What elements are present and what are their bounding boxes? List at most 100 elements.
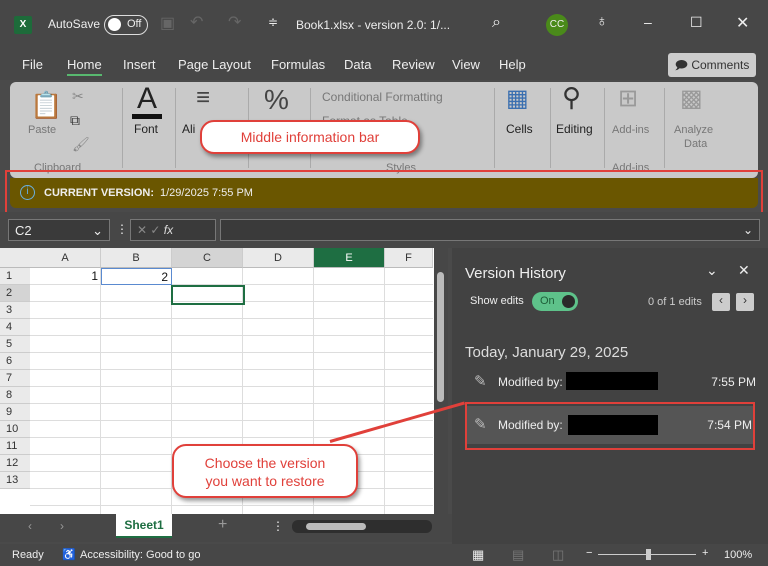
show-edits-toggle[interactable]: On [532, 292, 578, 311]
add-sheet-icon[interactable]: + [218, 516, 227, 534]
format-painter-icon[interactable]: 🖌 [72, 136, 90, 153]
tab-view[interactable]: View [452, 57, 480, 72]
enter-icon[interactable]: ✓ [150, 223, 163, 237]
tab-file[interactable]: File [22, 57, 43, 72]
tab-formulas[interactable]: Formulas [271, 57, 325, 72]
sheet-tab-bar: ‹ › Sheet1 + ⋮ [0, 514, 452, 542]
redo-icon[interactable]: ↷ [228, 12, 241, 32]
row-header[interactable]: 2 [0, 285, 30, 302]
row-header[interactable]: 1 [0, 268, 30, 285]
tab-help[interactable]: Help [499, 57, 526, 72]
cell-a1[interactable]: 1 [30, 268, 101, 285]
autosave-toggle[interactable]: Off [104, 15, 148, 35]
row-header[interactable]: 8 [0, 387, 30, 404]
number-format-icon[interactable]: % [264, 84, 289, 116]
prev-sheet-icon[interactable]: ‹ [28, 519, 32, 533]
font-button[interactable]: Font [134, 122, 158, 136]
avatar[interactable]: CC [546, 14, 568, 36]
callout-middle-info-bar: Middle information bar [200, 120, 420, 154]
zoom-out-icon[interactable]: − [586, 547, 592, 559]
row-header[interactable]: 10 [0, 421, 30, 438]
alignment-button[interactable]: Ali [182, 122, 195, 136]
editing-search-icon: ⚲ [562, 82, 582, 112]
row-header[interactable]: 7 [0, 370, 30, 387]
row-header[interactable]: 6 [0, 353, 30, 370]
name-box[interactable]: C2 ⌄ [8, 219, 110, 241]
next-edit-button[interactable]: › [736, 293, 754, 311]
row-header[interactable]: 13 [0, 472, 30, 489]
cancel-icon[interactable]: ✕ [137, 223, 150, 237]
column-header-f[interactable]: F [385, 248, 433, 268]
column-header-b[interactable]: B [101, 248, 172, 268]
column-header-d[interactable]: D [243, 248, 314, 268]
row-header[interactable]: 9 [0, 404, 30, 421]
row-header[interactable]: 12 [0, 455, 30, 472]
zoom-in-icon[interactable]: + [702, 547, 708, 559]
selected-cell-c2[interactable] [171, 285, 245, 305]
copy-icon[interactable]: ⧉ [70, 112, 80, 129]
column-header-c[interactable]: C [172, 248, 243, 268]
accessibility-status[interactable]: Accessibility: Good to go [80, 549, 200, 561]
addins-icon: ⊞ [618, 85, 639, 112]
autosave-label: AutoSave [48, 17, 101, 31]
editing-button[interactable]: Editing [556, 122, 593, 136]
horizontal-scrollbar[interactable] [292, 520, 432, 533]
cut-icon[interactable]: ✂ [72, 88, 84, 105]
customize-toolbar-icon[interactable]: ≑ [268, 15, 278, 29]
tab-page-layout[interactable]: Page Layout [178, 57, 251, 72]
row-header[interactable]: 3 [0, 302, 30, 319]
analyze-data-button[interactable]: Analyze [674, 124, 713, 136]
edits-count: 0 of 1 edits [648, 296, 702, 308]
tab-home[interactable]: Home [67, 57, 102, 76]
version-item[interactable]: ✎ Modified by: 7:55 PM [466, 370, 756, 394]
comments-button[interactable]: 🗩 Comments [668, 53, 756, 77]
tab-review[interactable]: Review [392, 57, 435, 72]
column-header-e[interactable]: E [314, 248, 385, 268]
paste-icon: 📋 [30, 90, 63, 120]
paste-button[interactable]: Paste [28, 124, 56, 136]
maximize-icon[interactable]: ☐ [690, 14, 703, 31]
collapse-chevron-icon[interactable]: ⌄ [706, 262, 718, 279]
select-all[interactable] [0, 248, 30, 268]
formula-input[interactable]: ⌄ [220, 219, 760, 241]
chevron-down-icon: ⌄ [92, 223, 103, 238]
page-layout-view-icon[interactable]: ▤ [512, 547, 524, 563]
tab-insert[interactable]: Insert [123, 57, 156, 72]
next-sheet-icon[interactable]: › [60, 519, 64, 533]
undo-icon[interactable]: ↶ [190, 12, 203, 32]
addins-button[interactable]: Add-ins [612, 124, 649, 136]
save-icon[interactable]: ▣ [160, 13, 175, 33]
cell-b1[interactable]: 2 [101, 268, 172, 285]
prev-edit-button[interactable]: ‹ [712, 293, 730, 311]
version-history-pane: Version History ⌄ ✕ Show edits On 0 of 1… [452, 248, 768, 544]
row-header[interactable]: 5 [0, 336, 30, 353]
normal-view-icon[interactable]: ▦ [472, 547, 484, 563]
vertical-scrollbar[interactable] [434, 248, 448, 514]
lightbulb-icon[interactable]: ♁ [596, 13, 608, 31]
insert-function-button[interactable]: fx [164, 223, 173, 237]
close-icon[interactable]: ✕ [736, 13, 749, 33]
more-icon[interactable]: ⋮ [116, 222, 128, 236]
expand-formula-icon[interactable]: ⌄ [737, 220, 759, 240]
name-box-value: C2 [15, 223, 32, 238]
column-header-a[interactable]: A [30, 248, 101, 268]
modified-by-label: Modified by: [498, 375, 563, 389]
sheet-tab-sheet1[interactable]: Sheet1 [116, 514, 172, 538]
callout-line-1: Choose the version [204, 455, 326, 471]
version-time: 7:55 PM [711, 375, 756, 389]
redacted-name [566, 372, 658, 390]
zoom-slider-thumb[interactable] [646, 549, 651, 560]
comments-label: Comments [691, 58, 750, 72]
more-icon[interactable]: ⋮ [272, 519, 284, 533]
tab-data[interactable]: Data [344, 57, 371, 72]
cells-button[interactable]: Cells [506, 122, 533, 136]
row-header[interactable]: 4 [0, 319, 30, 336]
close-pane-icon[interactable]: ✕ [738, 262, 750, 279]
callout-line-2: you want to restore [205, 473, 325, 489]
row-header[interactable]: 11 [0, 438, 30, 455]
conditional-formatting-button[interactable]: Conditional Formatting [322, 90, 443, 104]
minimize-icon[interactable]: – [644, 14, 652, 30]
page-break-view-icon[interactable]: ◫ [552, 547, 564, 563]
search-icon[interactable]: ⌕ [492, 14, 501, 32]
zoom-level[interactable]: 100% [724, 549, 752, 561]
